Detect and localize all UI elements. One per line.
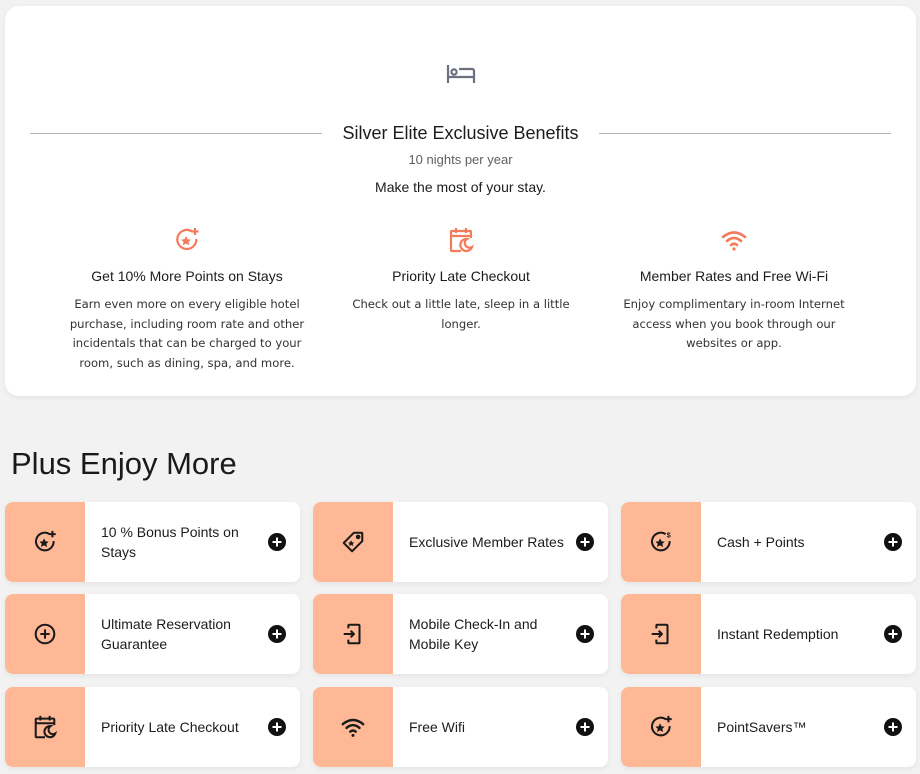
benefit-label: Free Wifi xyxy=(409,719,465,735)
tag-icon xyxy=(342,531,364,553)
wifi-icon xyxy=(341,718,365,737)
feature-member-rates-wifi: Member Rates and Free Wi-Fi Enjoy compli… xyxy=(614,226,854,354)
star-plus-icon xyxy=(650,715,672,737)
mobile-checkin-icon xyxy=(343,623,361,645)
expand-plus-icon[interactable] xyxy=(884,625,902,643)
icon-tile xyxy=(313,687,393,767)
benefit-label: Instant Redemption xyxy=(717,626,839,642)
calendar-moon-icon xyxy=(449,228,475,253)
circle-plus-icon xyxy=(34,623,56,645)
tier-benefits-card: Silver Elite Exclusive Benefits 10 night… xyxy=(5,6,916,396)
benefit-card-late-checkout[interactable]: Priority Late Checkout xyxy=(5,687,300,767)
tier-tagline: Make the most of your stay. xyxy=(375,179,546,195)
benefit-label: Priority Late Checkout xyxy=(101,719,239,735)
icon-tile xyxy=(5,687,85,767)
icon-tile xyxy=(5,594,85,674)
icon-tile xyxy=(621,594,701,674)
expand-plus-icon[interactable] xyxy=(268,625,286,643)
benefit-label: Cash + Points xyxy=(717,534,805,550)
benefit-card-pointsavers[interactable]: PointSavers™ xyxy=(621,687,916,767)
benefit-label: PointSavers™ xyxy=(717,719,807,735)
feature-late-checkout: Priority Late Checkout Check out a littl… xyxy=(341,226,581,334)
benefit-card-free-wifi[interactable]: Free Wifi xyxy=(313,687,608,767)
expand-plus-icon[interactable] xyxy=(884,533,902,551)
title-row: Silver Elite Exclusive Benefits xyxy=(30,120,891,146)
icon-tile: $ xyxy=(621,502,701,582)
tier-requirement: 10 nights per year xyxy=(408,152,513,167)
expand-plus-icon[interactable] xyxy=(576,718,594,736)
feature-bonus-points: Get 10% More Points on Stays Earn even m… xyxy=(67,226,307,373)
divider-left xyxy=(30,132,323,134)
feature-description: Enjoy complimentary in-room Internet acc… xyxy=(623,297,845,350)
calendar-moon-icon xyxy=(34,715,58,739)
benefit-label: Exclusive Member Rates xyxy=(409,534,564,550)
benefit-card-cash-points[interactable]: $ Cash + Points xyxy=(621,502,916,582)
svg-text:$: $ xyxy=(667,530,672,539)
expand-plus-icon[interactable] xyxy=(884,718,902,736)
mobile-checkin-icon xyxy=(651,623,669,645)
benefit-card-bonus-points[interactable]: 10 % Bonus Points on Stays xyxy=(5,502,300,582)
benefit-card-mobile-checkin[interactable]: Mobile Check-In and Mobile Key xyxy=(313,594,608,674)
star-dollar-icon: $ xyxy=(650,530,672,552)
star-plus-icon xyxy=(176,228,199,251)
benefit-label: Mobile Check-In and Mobile Key xyxy=(409,616,538,652)
wifi-icon xyxy=(721,231,747,251)
star-plus-icon xyxy=(34,530,56,552)
feature-description: Check out a little late, sleep in a litt… xyxy=(352,297,570,331)
expand-plus-icon[interactable] xyxy=(268,718,286,736)
feature-heading: Get 10% More Points on Stays xyxy=(91,268,283,284)
benefit-label: 10 % Bonus Points on Stays xyxy=(101,524,239,560)
bed-icon xyxy=(446,65,476,83)
section-title: Plus Enjoy More xyxy=(11,446,237,481)
benefit-label: Ultimate Reservation Guarantee xyxy=(101,616,231,652)
feature-heading: Priority Late Checkout xyxy=(392,268,530,284)
expand-plus-icon[interactable] xyxy=(576,533,594,551)
icon-tile xyxy=(313,594,393,674)
benefit-card-instant-redemption[interactable]: Instant Redemption xyxy=(621,594,916,674)
benefit-card-reservation-guarantee[interactable]: Ultimate Reservation Guarantee xyxy=(5,594,300,674)
benefit-card-member-rates[interactable]: Exclusive Member Rates xyxy=(313,502,608,582)
feature-description: Earn even more on every eligible hotel p… xyxy=(69,297,305,370)
icon-tile xyxy=(5,502,85,582)
icon-tile xyxy=(621,687,701,767)
expand-plus-icon[interactable] xyxy=(576,625,594,643)
expand-plus-icon[interactable] xyxy=(268,533,286,551)
icon-tile xyxy=(313,502,393,582)
tier-title: Silver Elite Exclusive Benefits xyxy=(342,122,579,143)
divider-right xyxy=(598,132,891,134)
feature-heading: Member Rates and Free Wi-Fi xyxy=(639,268,829,284)
